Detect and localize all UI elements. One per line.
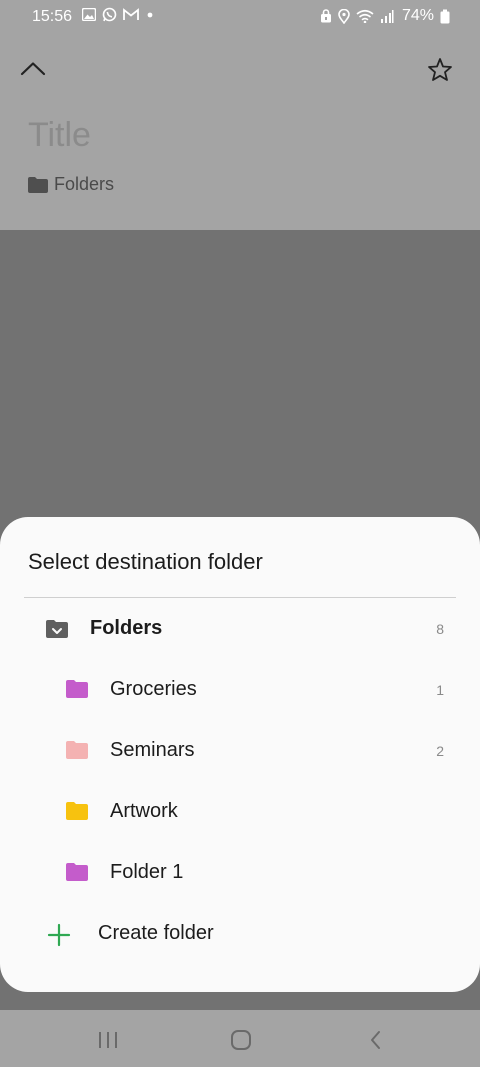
folder-row-folder-1[interactable]: Folder 1: [0, 843, 480, 904]
destination-folder-sheet: Select destination folder Folders 8 Groc…: [0, 517, 480, 992]
collapse-button[interactable]: [18, 54, 48, 84]
folder-row-seminars[interactable]: Seminars 2: [0, 721, 480, 782]
gmail-icon: [123, 8, 139, 20]
navigation-bar: [0, 1010, 480, 1067]
system-icons: 74%: [320, 7, 450, 25]
battery-percent: 74%: [401, 7, 434, 24]
dot-icon: [147, 12, 153, 17]
folder-row-root[interactable]: Folders 8: [0, 599, 480, 660]
folder-icon: [66, 802, 88, 820]
back-button[interactable]: [364, 1028, 388, 1052]
status-time: 15:56: [32, 8, 73, 25]
folder-row-groceries[interactable]: Groceries 1: [0, 660, 480, 721]
lock-icon: [320, 9, 331, 23]
signal-icon: [380, 10, 394, 23]
create-folder-label: Create folder: [98, 922, 214, 944]
chevron-up-icon: [20, 62, 46, 76]
star-icon: [428, 58, 452, 81]
home-button[interactable]: [229, 1028, 253, 1052]
sheet-divider: [24, 597, 456, 598]
folder-icon: [28, 176, 48, 193]
folder-icon: [66, 680, 88, 698]
back-icon: [371, 1031, 380, 1049]
whatsapp-icon: [102, 7, 117, 22]
folder-breadcrumb[interactable]: Folders: [28, 174, 114, 195]
folder-count: 1: [436, 682, 444, 698]
folder-label: Artwork: [110, 800, 178, 822]
folder-label: Folder 1: [110, 861, 184, 883]
folder-label: Groceries: [110, 678, 197, 700]
battery-icon: [440, 9, 450, 23]
title-placeholder[interactable]: Title: [28, 116, 91, 155]
create-folder-button[interactable]: Create folder: [0, 904, 480, 965]
folder-label: Folders: [90, 617, 163, 639]
folder-count: 8: [436, 621, 444, 637]
folder-row-artwork[interactable]: Artwork: [0, 782, 480, 843]
folder-label: Seminars: [110, 739, 195, 761]
recent-apps-icon: [99, 1032, 117, 1048]
status-bar: 15:56 74%: [0, 0, 480, 34]
recent-apps-button[interactable]: [96, 1028, 120, 1052]
note-header: Title Folders: [0, 34, 480, 230]
favorite-button[interactable]: [426, 56, 454, 84]
notification-icons: [82, 7, 155, 22]
plus-icon: [47, 923, 71, 947]
folder-icon: [66, 863, 88, 881]
sheet-heading: Select destination folder: [28, 549, 263, 574]
folder-icon: [66, 741, 88, 759]
location-icon: [338, 8, 350, 24]
gallery-icon: [82, 8, 96, 21]
folder-expanded-icon: [46, 620, 68, 638]
folder-count: 2: [436, 743, 444, 759]
breadcrumb-label: Folders: [54, 174, 115, 194]
wifi-icon: [356, 9, 374, 23]
home-icon: [231, 1030, 251, 1050]
